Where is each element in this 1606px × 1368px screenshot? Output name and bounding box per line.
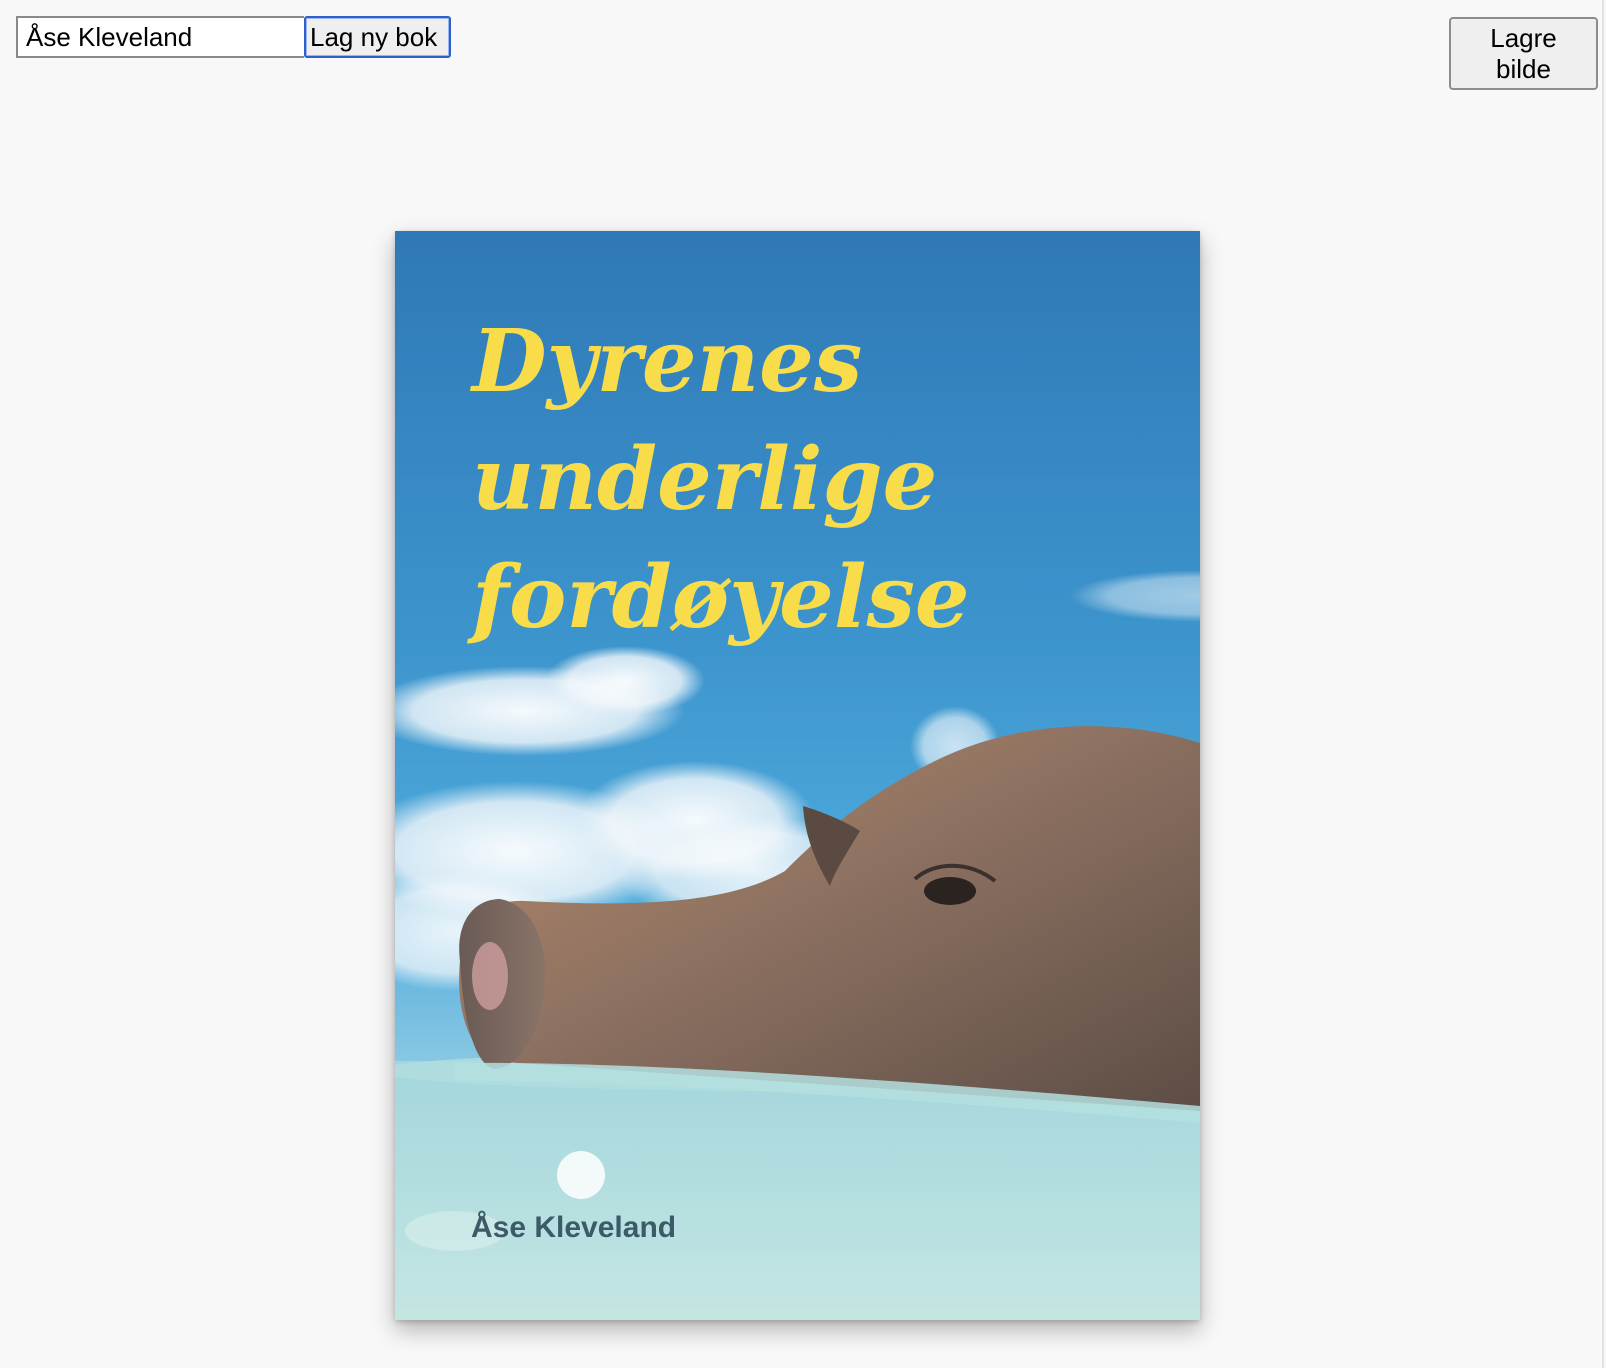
book-author: Åse Kleveland: [471, 1211, 677, 1244]
new-book-button[interactable]: Lag ny bok: [304, 16, 452, 58]
book-title-line: fordøyelse: [472, 547, 970, 648]
book-title-line: underlige: [472, 429, 938, 530]
save-image-button[interactable]: Lagre bilde: [1449, 17, 1598, 90]
book-title: Dyrenes underlige fordøyelse: [472, 303, 1172, 657]
page: Lag ny bok Lagre bilde: [0, 0, 1606, 1368]
book-controls: Lag ny bok: [16, 16, 452, 58]
author-name-input[interactable]: [16, 16, 304, 58]
scrollbar-edge: [1602, 0, 1604, 1368]
book-title-line: Dyrenes: [472, 311, 863, 412]
book-cover: Dyrenes underlige fordøyelse Åse Klevela…: [395, 231, 1200, 1320]
